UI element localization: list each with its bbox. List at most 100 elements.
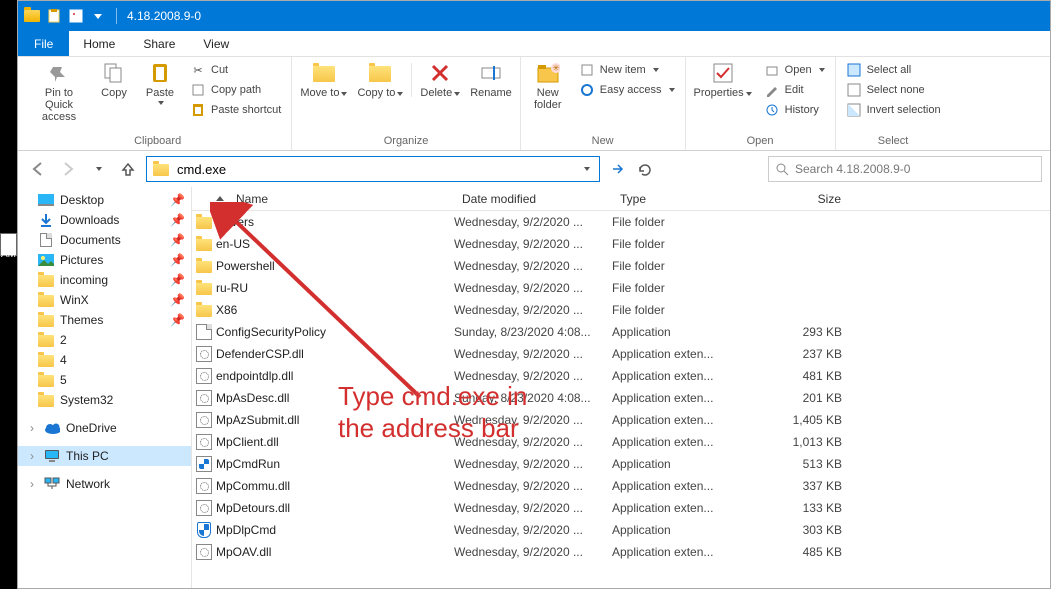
file-row[interactable]: MpDetours.dllWednesday, 9/2/2020 ...Appl… — [192, 497, 1050, 519]
search-box[interactable]: Search 4.18.2008.9-0 — [768, 156, 1042, 182]
properties-check-icon — [711, 61, 735, 85]
file-size: 1,013 KB — [740, 435, 850, 449]
col-name[interactable]: Name — [192, 192, 454, 206]
edit-button[interactable]: Edit — [762, 81, 806, 99]
tab-home[interactable]: Home — [69, 31, 129, 56]
ribbon-group-select: Select all Select none Invert selection … — [836, 57, 951, 150]
file-type-icon — [192, 478, 216, 494]
file-date: Wednesday, 9/2/2020 ... — [454, 281, 612, 295]
paste-shortcut-button[interactable]: Paste shortcut — [188, 101, 283, 119]
delete-button[interactable]: Delete — [416, 59, 464, 101]
nav-incoming[interactable]: incoming📌 — [18, 270, 191, 290]
refresh-button[interactable] — [632, 157, 656, 181]
move-to-folder-icon — [312, 61, 336, 85]
file-row[interactable]: en-USWednesday, 9/2/2020 ...File folder — [192, 233, 1050, 255]
address-bar[interactable] — [146, 156, 600, 182]
copy-to-button[interactable]: Copy to — [353, 59, 407, 101]
file-type: Application — [612, 523, 740, 537]
file-date: Sunday, 8/23/2020 4:08... — [454, 391, 612, 405]
file-date: Wednesday, 9/2/2020 ... — [454, 347, 612, 361]
open-button[interactable]: Open — [762, 61, 827, 79]
recent-locations-button[interactable] — [86, 157, 110, 181]
history-button[interactable]: History — [762, 101, 821, 119]
new-folder-icon: ✳ — [536, 61, 560, 85]
file-row[interactable]: endpointdlp.dllWednesday, 9/2/2020 ...Ap… — [192, 365, 1050, 387]
move-to-button[interactable]: Move to — [296, 59, 351, 101]
up-button[interactable] — [116, 157, 140, 181]
file-row[interactable]: DefenderCSP.dllWednesday, 9/2/2020 ...Ap… — [192, 343, 1050, 365]
file-row[interactable]: ConfigSecurityPolicySunday, 8/23/2020 4:… — [192, 321, 1050, 343]
ribbon-group-clipboard: Pin to Quick access Copy Paste ✂Cut Copy… — [24, 57, 292, 150]
file-row[interactable]: MpClient.dllWednesday, 9/2/2020 ...Appli… — [192, 431, 1050, 453]
file-type: Application exten... — [612, 545, 740, 559]
nav-network[interactable]: ›Network — [18, 474, 191, 494]
cut-button[interactable]: ✂Cut — [188, 61, 230, 79]
copy-path-button[interactable]: Copy path — [188, 81, 263, 99]
file-row[interactable]: ru-RUWednesday, 9/2/2020 ...File folder — [192, 277, 1050, 299]
nav-this-pc[interactable]: ›This PC — [18, 446, 191, 466]
window-title: 4.18.2008.9-0 — [127, 9, 201, 23]
file-type: Application exten... — [612, 413, 740, 427]
col-size[interactable]: Size — [740, 192, 850, 206]
file-row[interactable]: MpCmdRunWednesday, 9/2/2020 ...Applicati… — [192, 453, 1050, 475]
titlebar[interactable]: 4.18.2008.9-0 — [18, 1, 1050, 31]
sort-ascending-icon — [216, 196, 224, 201]
nav-documents[interactable]: Documents📌 — [18, 230, 191, 250]
easy-access-button[interactable]: Easy access — [577, 81, 677, 99]
nav-pictures[interactable]: Pictures📌 — [18, 250, 191, 270]
pin-to-quick-access-button[interactable]: Pin to Quick access — [28, 59, 90, 125]
folder-icon — [38, 312, 54, 328]
open-extras: Open Edit History — [758, 59, 831, 121]
file-row[interactable]: X86Wednesday, 9/2/2020 ...File folder — [192, 299, 1050, 321]
back-button[interactable] — [26, 157, 50, 181]
rename-button[interactable]: Rename — [466, 59, 516, 101]
file-row[interactable]: MpCommu.dllWednesday, 9/2/2020 ...Applic… — [192, 475, 1050, 497]
go-button[interactable] — [606, 157, 630, 181]
address-dropdown-button[interactable] — [577, 157, 595, 181]
new-item-button[interactable]: New item — [577, 61, 661, 79]
nav-winx[interactable]: WinX📌 — [18, 290, 191, 310]
qat-properties-icon[interactable] — [68, 8, 84, 24]
col-type[interactable]: Type — [612, 192, 740, 206]
nav-downloads[interactable]: Downloads📌 — [18, 210, 191, 230]
properties-button[interactable]: Properties — [690, 59, 756, 121]
chevron-down-icon — [746, 92, 752, 96]
nav-onedrive[interactable]: ›OneDrive — [18, 418, 191, 438]
copy-label: Copy — [101, 87, 127, 99]
navigation-pane[interactable]: Desktop📌 Downloads📌 Documents📌 Pictures📌… — [18, 187, 192, 588]
file-date: Wednesday, 9/2/2020 ... — [454, 215, 612, 229]
copy-button[interactable]: Copy — [92, 59, 136, 125]
file-list[interactable]: Name Date modified Type Size DriversWedn… — [192, 187, 1050, 588]
tab-view[interactable]: View — [189, 31, 243, 56]
file-type: Application exten... — [612, 369, 740, 383]
tab-share[interactable]: Share — [129, 31, 189, 56]
nav-system32[interactable]: System32 — [18, 390, 191, 410]
qat-paste-icon[interactable] — [46, 8, 62, 24]
nav-themes[interactable]: Themes📌 — [18, 310, 191, 330]
file-date: Wednesday, 9/2/2020 ... — [454, 435, 612, 449]
select-none-button[interactable]: Select none — [844, 81, 927, 99]
tab-file[interactable]: File — [18, 31, 69, 56]
chevron-down-icon — [653, 68, 659, 72]
paste-button[interactable]: Paste — [138, 59, 182, 125]
file-row[interactable]: MpAzSubmit.dllWednesday, 9/2/2020 ...App… — [192, 409, 1050, 431]
nav-4[interactable]: 4 — [18, 350, 191, 370]
folder-icon — [38, 272, 54, 288]
file-row[interactable]: MpDlpCmdWednesday, 9/2/2020 ...Applicati… — [192, 519, 1050, 541]
nav-2[interactable]: 2 — [18, 330, 191, 350]
new-folder-button[interactable]: ✳ New folder — [525, 59, 571, 113]
file-name: MpAsDesc.dll — [216, 391, 454, 405]
forward-button[interactable] — [56, 157, 80, 181]
ribbon-group-new: ✳ New folder New item Easy access New — [521, 57, 686, 150]
nav-desktop[interactable]: Desktop📌 — [18, 190, 191, 210]
nav-5[interactable]: 5 — [18, 370, 191, 390]
select-all-button[interactable]: Select all — [844, 61, 914, 79]
address-input[interactable] — [175, 157, 571, 181]
file-row[interactable]: MpAsDesc.dllSunday, 8/23/2020 4:08...App… — [192, 387, 1050, 409]
invert-selection-button[interactable]: Invert selection — [844, 101, 943, 119]
file-row[interactable]: MpOAV.dllWednesday, 9/2/2020 ...Applicat… — [192, 541, 1050, 563]
file-row[interactable]: PowershellWednesday, 9/2/2020 ...File fo… — [192, 255, 1050, 277]
col-date[interactable]: Date modified — [454, 192, 612, 206]
qat-dropdown-icon[interactable] — [90, 8, 106, 24]
file-row[interactable]: DriversWednesday, 9/2/2020 ...File folde… — [192, 211, 1050, 233]
